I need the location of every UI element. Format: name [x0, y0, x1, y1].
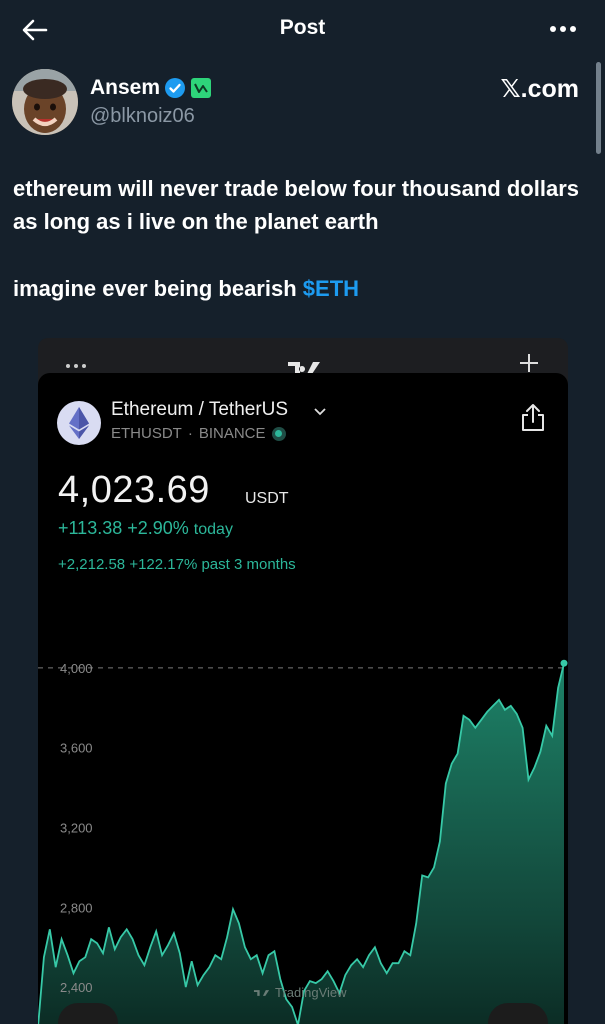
watermark-text: TradingView — [275, 985, 347, 1000]
verified-badge-icon — [164, 77, 186, 99]
avatar[interactable] — [12, 69, 78, 135]
y-tick-label: 2,400 — [60, 980, 93, 995]
post-line-2: imagine ever being bearish $ETH — [13, 272, 593, 305]
source-domain: 𝕏.com — [500, 75, 580, 103]
author-name-row[interactable]: Ansem — [90, 76, 212, 100]
avatar-image — [12, 69, 78, 135]
cashtag-link[interactable]: $ETH — [303, 276, 359, 301]
author-handle[interactable]: @blknoiz06 — [90, 105, 195, 128]
price-chart: 4,000 3,600 3,200 2,800 2,400 — [38, 659, 568, 1024]
y-tick-label: 3,600 — [60, 741, 93, 756]
last-price-point — [560, 659, 568, 667]
page-title: Post — [279, 16, 326, 39]
post-line-2-text: imagine ever being bearish — [13, 276, 303, 301]
alert-button — [58, 1003, 118, 1024]
settings-button — [488, 1003, 548, 1024]
post-line-1: ethereum will never trade below four tho… — [13, 176, 579, 234]
y-tick-label: 4,000 — [60, 661, 93, 676]
ticker-card: Ethereum / TetherUS ETHUSDT · BINANCE 4,… — [38, 373, 568, 1024]
watermark-logo-icon — [253, 989, 270, 996]
y-tick-label: 3,200 — [60, 821, 93, 836]
scrollbar[interactable] — [596, 62, 601, 154]
post-media-image[interactable]: Ethereum / TetherUS ETHUSDT · BINANCE 4,… — [38, 338, 568, 1024]
author-name[interactable]: Ansem — [90, 76, 160, 100]
post-text: ethereum will never trade below four tho… — [13, 172, 593, 305]
plus-icon — [518, 352, 540, 374]
media-more-icon — [64, 358, 94, 368]
affiliate-badge-icon[interactable] — [190, 77, 212, 99]
tradingview-watermark: TradingView — [253, 985, 347, 1000]
top-bar: Post — [0, 0, 605, 60]
price-area — [38, 663, 564, 1024]
more-options-icon[interactable] — [547, 18, 579, 40]
y-tick-label: 2,800 — [60, 900, 93, 915]
